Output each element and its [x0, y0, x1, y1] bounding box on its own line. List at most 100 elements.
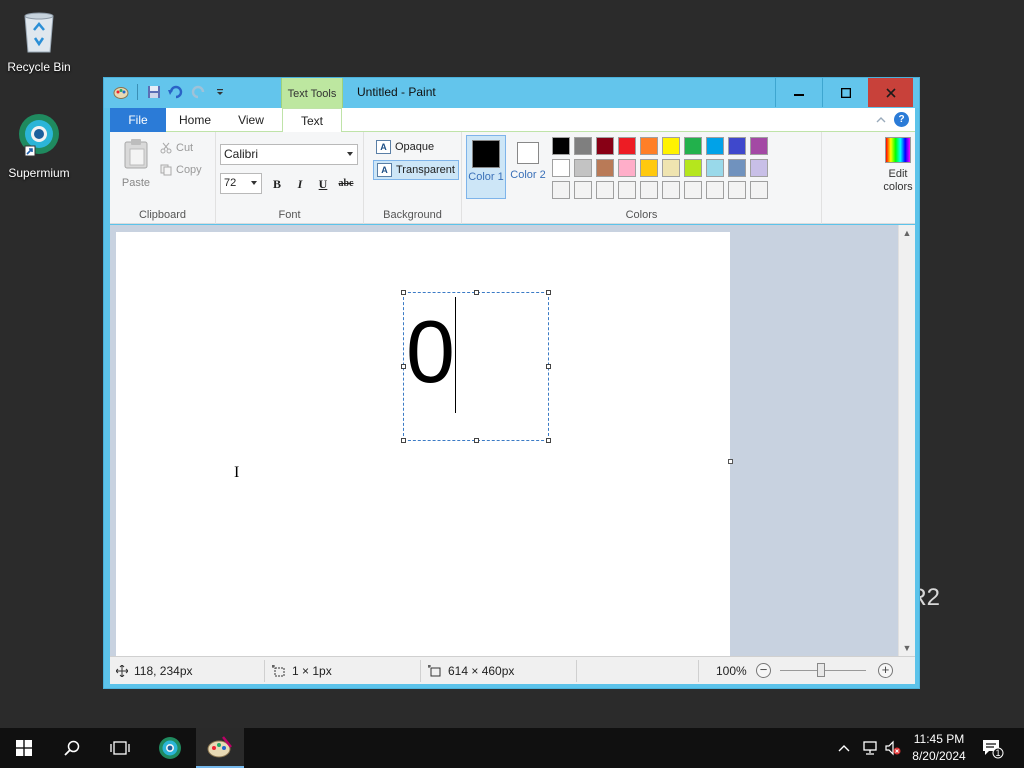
action-center-button[interactable]: 1	[980, 736, 1004, 760]
palette-swatch[interactable]	[640, 181, 658, 199]
resize-handle[interactable]	[401, 290, 406, 295]
resize-handle[interactable]	[474, 438, 479, 443]
help-icon[interactable]: ?	[894, 112, 909, 127]
opaque-button[interactable]: A Opaque	[373, 137, 437, 157]
scroll-up-icon[interactable]: ▲	[899, 225, 915, 241]
paint-app-icon[interactable]	[112, 83, 130, 101]
font-size-select[interactable]: 72	[220, 173, 262, 194]
strikethrough-button[interactable]: abc	[337, 175, 355, 193]
collapse-ribbon-icon[interactable]	[876, 116, 886, 124]
copy-button[interactable]: Copy	[160, 164, 202, 176]
show-hidden-icons-button[interactable]	[838, 728, 850, 768]
clock[interactable]: 11:45 PM 8/20/2024	[906, 731, 972, 765]
palette-swatch[interactable]	[618, 137, 636, 155]
palette-swatch[interactable]	[662, 137, 680, 155]
text-box[interactable]: 0	[401, 290, 551, 443]
search-button[interactable]	[48, 728, 96, 768]
palette-swatch[interactable]	[552, 137, 570, 155]
palette-swatch[interactable]	[684, 137, 702, 155]
tab-view[interactable]: View	[224, 108, 278, 132]
tab-home[interactable]: Home	[170, 108, 220, 132]
vertical-scrollbar[interactable]: ▲ ▼	[898, 225, 915, 656]
close-button[interactable]	[868, 78, 913, 107]
palette-swatch[interactable]	[618, 181, 636, 199]
palette-swatch[interactable]	[684, 181, 702, 199]
palette-swatch[interactable]	[684, 159, 702, 177]
image-size: 614 × 460px	[428, 664, 514, 678]
volume-tray-button[interactable]	[884, 728, 902, 768]
palette-swatch[interactable]	[728, 181, 746, 199]
palette-swatch[interactable]	[662, 181, 680, 199]
color-2-label: Color 2	[510, 169, 546, 181]
edit-colors-button[interactable]: Edit colors	[878, 137, 918, 194]
tab-text[interactable]: Text	[282, 108, 342, 133]
tab-file[interactable]: File	[110, 108, 166, 132]
customize-qat-icon[interactable]	[211, 83, 229, 101]
zoom-slider-thumb[interactable]	[817, 663, 825, 677]
palette-swatch[interactable]	[640, 137, 658, 155]
save-icon[interactable]	[145, 83, 163, 101]
palette-swatch[interactable]	[750, 181, 768, 199]
palette-swatch[interactable]	[574, 159, 592, 177]
bold-button[interactable]: B	[268, 175, 286, 193]
underline-button[interactable]: U	[314, 175, 332, 193]
paste-button[interactable]: Paste	[118, 138, 154, 189]
transparent-button[interactable]: A Transparent	[373, 160, 459, 180]
minimize-button[interactable]	[775, 78, 821, 107]
italic-button[interactable]: I	[291, 175, 309, 193]
color-1-swatch	[472, 140, 500, 168]
palette-swatch[interactable]	[574, 137, 592, 155]
drawing-canvas[interactable]: 0 I	[116, 232, 733, 660]
canvas-workspace[interactable]: 0 I	[110, 225, 898, 660]
resize-handle[interactable]	[401, 438, 406, 443]
cut-button[interactable]: Cut	[160, 142, 193, 154]
desktop-icon-recycle-bin[interactable]: Recycle Bin	[0, 8, 78, 74]
image-size-icon	[428, 665, 441, 677]
palette-swatch[interactable]	[662, 159, 680, 177]
zoom-out-button[interactable]: −	[756, 663, 771, 678]
palette-swatch[interactable]	[706, 137, 724, 155]
color-2-button[interactable]: Color 2	[508, 135, 548, 199]
redo-icon[interactable]	[189, 83, 207, 101]
desktop-icon-supermium[interactable]: Supermium	[0, 110, 78, 180]
palette-swatch[interactable]	[574, 181, 592, 199]
group-label: Font	[278, 209, 301, 221]
task-view-button[interactable]	[96, 728, 144, 768]
font-family-select[interactable]: Calibri	[220, 144, 358, 165]
canvas-resize-handle[interactable]	[728, 459, 733, 464]
text-box-content[interactable]: 0	[406, 308, 455, 396]
palette-swatch[interactable]	[728, 137, 746, 155]
taskbar: 11:45 PM 8/20/2024 1	[0, 728, 1024, 768]
scroll-down-icon[interactable]: ▼	[899, 640, 915, 656]
resize-handle[interactable]	[474, 290, 479, 295]
group-label: Background	[383, 209, 442, 221]
resize-handle[interactable]	[546, 364, 551, 369]
title-bar[interactable]: Text Tools Untitled - Paint	[104, 78, 919, 108]
color-1-button[interactable]: Color 1	[466, 135, 506, 199]
palette-swatch[interactable]	[552, 159, 570, 177]
palette-swatch[interactable]	[706, 181, 724, 199]
maximize-button[interactable]	[822, 78, 868, 107]
palette-swatch[interactable]	[552, 181, 570, 199]
palette-swatch[interactable]	[640, 159, 658, 177]
palette-swatch[interactable]	[706, 159, 724, 177]
palette-swatch[interactable]	[750, 137, 768, 155]
palette-swatch[interactable]	[750, 159, 768, 177]
taskbar-supermium[interactable]	[146, 728, 194, 768]
cut-label: Cut	[176, 142, 194, 154]
recycle-bin-icon	[24, 12, 54, 53]
palette-swatch[interactable]	[596, 137, 614, 155]
zoom-in-button[interactable]: +	[878, 663, 893, 678]
palette-swatch[interactable]	[618, 159, 636, 177]
taskbar-paint[interactable]	[196, 728, 244, 768]
resize-handle[interactable]	[546, 290, 551, 295]
undo-icon[interactable]	[167, 83, 185, 101]
start-button[interactable]	[0, 728, 48, 768]
clock-date: 8/20/2024	[912, 749, 966, 763]
resize-handle[interactable]	[546, 438, 551, 443]
palette-swatch[interactable]	[596, 181, 614, 199]
chevron-down-icon	[251, 181, 257, 185]
palette-swatch[interactable]	[728, 159, 746, 177]
palette-swatch[interactable]	[596, 159, 614, 177]
network-tray-button[interactable]	[862, 728, 880, 768]
